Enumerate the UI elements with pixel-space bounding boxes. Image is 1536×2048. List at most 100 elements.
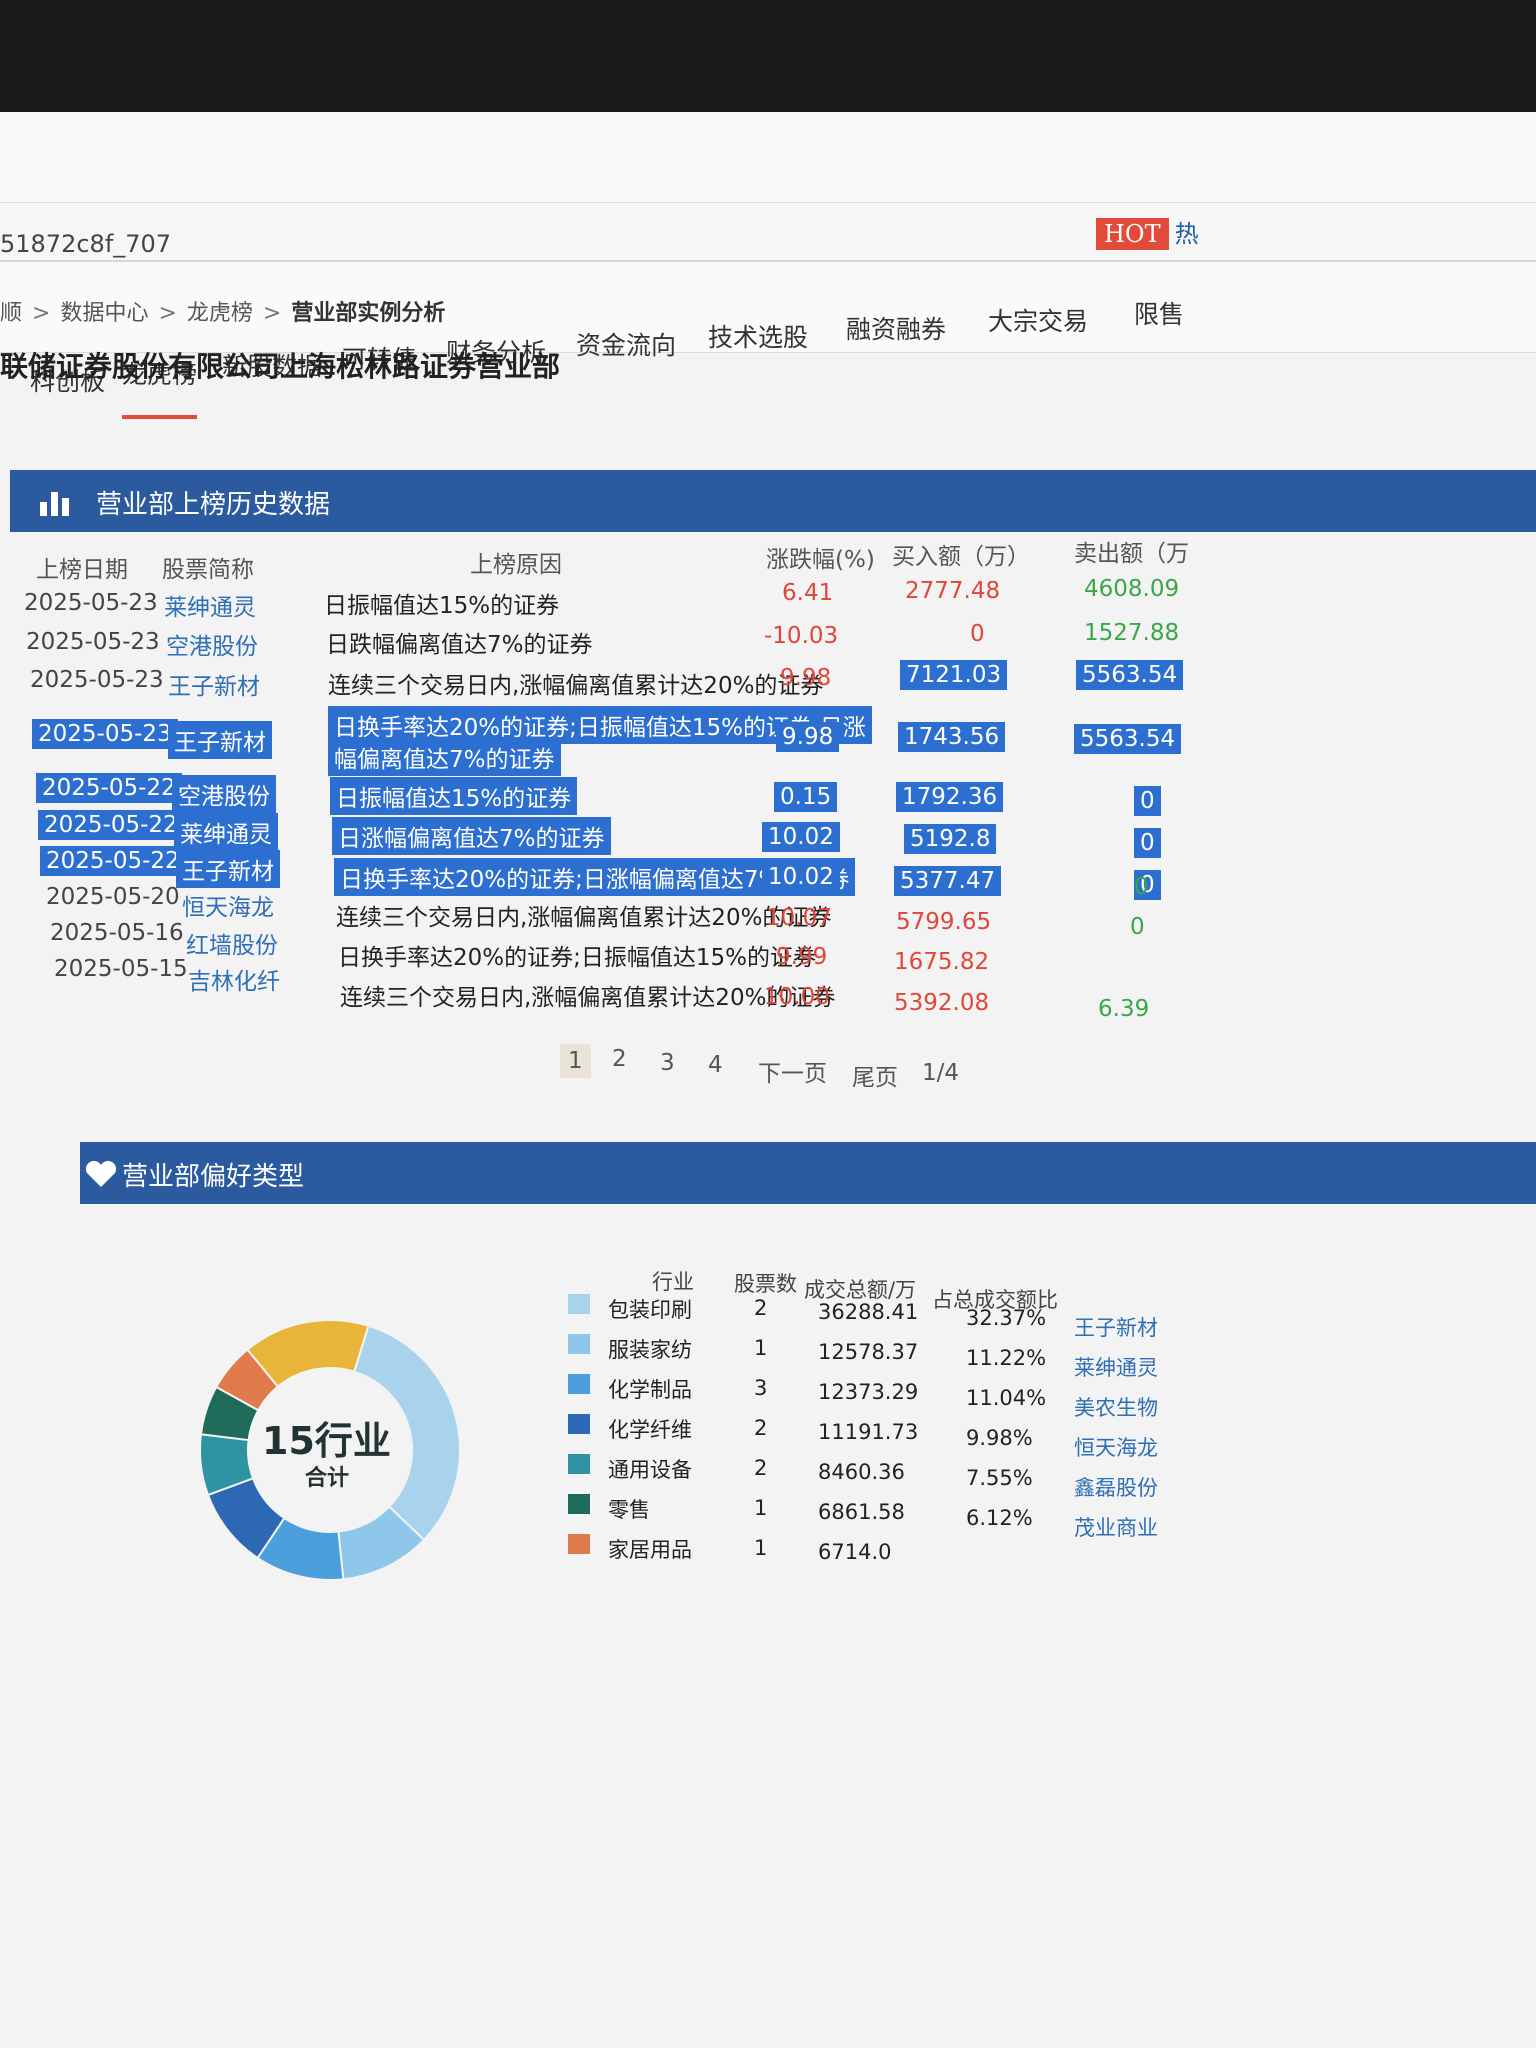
sell-value: 0 <box>1134 874 1149 900</box>
tab-restricted[interactable]: 限售 <box>1134 295 1184 355</box>
table-row-date: 2025-05-23 <box>32 719 178 749</box>
sell-value: 5563.54 <box>1076 660 1184 690</box>
legend-swatch <box>568 1334 590 1354</box>
next-page-button[interactable]: 下一页 <box>758 1054 827 1088</box>
reason-text: 日换手率达20%的证券;日振幅值达15%的证券 <box>338 945 816 971</box>
sell-value: 0 <box>1134 828 1161 858</box>
table-row-date: 2025-05-23 <box>30 667 164 693</box>
stock-link[interactable]: 王子新材 <box>176 850 280 888</box>
history-panel-header: 营业部上榜历史数据 <box>10 470 1536 532</box>
change-value: 10.07 <box>766 905 832 931</box>
history-panel-title: 营业部上榜历史数据 <box>96 490 331 520</box>
stock-count: 3 <box>754 1376 768 1400</box>
stock-count: 1 <box>754 1336 768 1360</box>
percent-value: 7.55% <box>966 1466 1033 1490</box>
buy-value: 1792.36 <box>896 782 1004 812</box>
percent-value: 32.37% <box>966 1306 1047 1330</box>
change-value: 6.41 <box>782 580 834 606</box>
industry-name: 化学制品 <box>608 1378 692 1402</box>
col-count: 股票数 <box>734 1272 797 1296</box>
page-4-button[interactable]: 4 <box>708 1052 723 1078</box>
buy-value: 5377.47 <box>894 866 1002 896</box>
change-value: 10.02 <box>762 862 840 892</box>
legend-swatch <box>568 1494 590 1514</box>
url-text[interactable]: 51872c8f_707 <box>0 230 171 258</box>
donut-total-label: 15行业 <box>262 1419 391 1463</box>
col-buy: 买入额（万） <box>892 544 1030 570</box>
heart-icon <box>85 1160 117 1187</box>
tab-block-trade[interactable]: 大宗交易 <box>988 302 1088 362</box>
hot-link[interactable]: HOT 热 <box>1096 214 1536 250</box>
reason-text: 连续三个交易日内,涨幅偏离值累计达20%的证券 <box>340 985 836 1011</box>
reason-text: 日振幅值达15%的证券 <box>330 777 578 815</box>
table-row-date: 2025-05-22 <box>38 810 184 840</box>
amount-value: 12373.29 <box>818 1380 919 1404</box>
industry-name: 服装家纺 <box>608 1338 692 1362</box>
last-page-button[interactable]: 尾页 <box>852 1058 898 1092</box>
change-value: -10.03 <box>764 623 839 649</box>
page-1-button[interactable]: 1 <box>560 1044 591 1078</box>
stock-link[interactable]: 王子新材 <box>1074 1312 1158 1342</box>
buy-value: 1675.82 <box>894 949 990 975</box>
stock-link[interactable]: 莱绅通灵 <box>174 813 278 851</box>
stock-link[interactable]: 莱绅通灵 <box>1074 1352 1158 1382</box>
sell-value: 5563.54 <box>1074 724 1182 754</box>
stock-link[interactable]: 莱绅通灵 <box>164 588 256 622</box>
legend-swatch <box>568 1534 590 1554</box>
legend-swatch <box>568 1414 590 1434</box>
col-date: 上榜日期 <box>36 557 128 583</box>
amount-value: 6861.58 <box>818 1500 905 1524</box>
col-sell: 卖出额（万 <box>1074 541 1189 567</box>
percent-value: 11.22% <box>966 1346 1047 1370</box>
industry-name: 家居用品 <box>608 1538 692 1562</box>
table-row-date: 2025-05-22 <box>40 846 186 876</box>
preference-panel-title: 营业部偏好类型 <box>122 1162 305 1192</box>
buy-value: 1743.56 <box>898 722 1006 752</box>
tab-margin[interactable]: 融资融券 <box>846 310 946 370</box>
change-value: 10.02 <box>762 822 840 852</box>
legend-swatch <box>568 1454 590 1474</box>
change-value: 9.98 <box>776 722 840 752</box>
stock-link[interactable]: 恒天海龙 <box>1074 1432 1158 1462</box>
stock-link[interactable]: 吉林化纤 <box>188 962 280 996</box>
reason-text: 连续三个交易日内,涨幅偏离值累计达20%的证券 <box>336 905 832 931</box>
stock-count: 1 <box>754 1496 768 1520</box>
page-2-button[interactable]: 2 <box>612 1046 627 1072</box>
buy-value: 5192.8 <box>904 824 997 854</box>
page-3-button[interactable]: 3 <box>660 1050 675 1076</box>
reason-text-line2: 幅偏离值达7%的证券 <box>328 738 561 776</box>
tab-fund-flow[interactable]: 资金流向 <box>576 326 676 386</box>
stock-link[interactable]: 王子新材 <box>168 667 260 701</box>
sell-value: 0 <box>1134 786 1161 816</box>
stock-link[interactable]: 红墙股份 <box>186 926 278 960</box>
table-row-date: 2025-05-22 <box>36 773 182 803</box>
percent-value: 9.98% <box>966 1426 1033 1450</box>
col-change: 涨跌幅(%) <box>766 547 875 573</box>
legend-swatch <box>568 1374 590 1394</box>
stock-count: 2 <box>754 1456 768 1480</box>
stock-link[interactable]: 茂业商业 <box>1074 1512 1158 1542</box>
stock-link[interactable]: 恒天海龙 <box>182 888 274 922</box>
table-row-date: 2025-05-15 <box>54 956 188 982</box>
browser-window: 51872c8f_707 <box>0 150 1536 2048</box>
stock-link[interactable]: 空港股份 <box>172 775 276 813</box>
amount-value: 11191.73 <box>818 1420 919 1444</box>
stock-count: 2 <box>754 1416 768 1440</box>
hot-badge: HOT <box>1096 218 1169 250</box>
stock-link[interactable]: 空港股份 <box>166 627 258 661</box>
reason-text: 日涨幅偏离值达7%的证券 <box>332 817 611 855</box>
stock-link[interactable]: 美农生物 <box>1074 1392 1158 1422</box>
amount-value: 36288.41 <box>818 1300 919 1324</box>
percent-value: 11.04% <box>966 1386 1047 1410</box>
change-value: 0.15 <box>774 782 838 812</box>
tab-technical[interactable]: 技术选股 <box>708 318 808 378</box>
amount-value: 12578.37 <box>818 1340 919 1364</box>
stock-link[interactable]: 鑫磊股份 <box>1074 1472 1158 1502</box>
page-title: 联储证券股份有限公司上海松林路证券营业部 <box>0 350 561 383</box>
table-row-date: 2025-05-16 <box>50 920 184 946</box>
col-stock: 股票简称 <box>162 557 254 583</box>
reason-text: 日跌幅偏离值达7%的证券 <box>326 632 593 658</box>
sell-value: 1527.88 <box>1084 620 1180 646</box>
sell-value: 6.39 <box>1098 996 1150 1022</box>
stock-link[interactable]: 王子新材 <box>168 721 272 759</box>
